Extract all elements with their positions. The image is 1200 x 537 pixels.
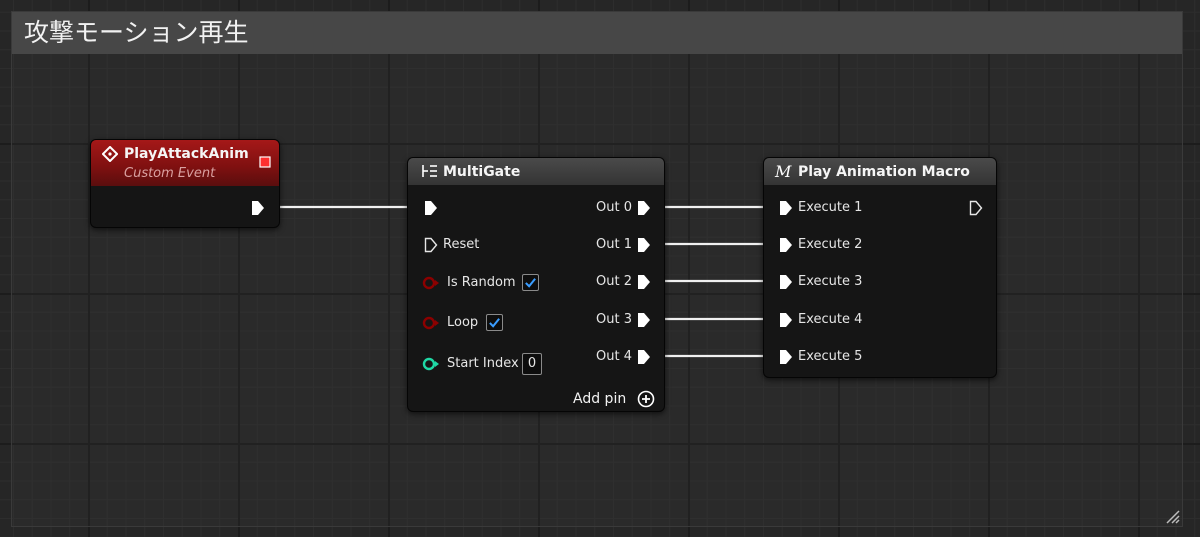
- execute-2-label: Execute 2: [798, 237, 863, 252]
- macro-icon: M: [774, 163, 792, 179]
- macro-node[interactable]: M Play Animation Macro Execute 1 Execute…: [763, 157, 997, 378]
- exec-output-pin-icon[interactable]: [251, 200, 265, 216]
- out-3-label: Out 3: [596, 312, 632, 327]
- macro-node-title: Play Animation Macro: [798, 164, 970, 180]
- is-random-label: Is Random: [447, 275, 516, 290]
- out-4-pin-icon[interactable]: [637, 349, 651, 365]
- is-random-checkbox[interactable]: [522, 274, 539, 291]
- out-3-pin-icon[interactable]: [637, 312, 651, 328]
- start-index-pin-icon[interactable]: [422, 357, 440, 371]
- execute-3-label: Execute 3: [798, 274, 863, 289]
- execute-5-label: Execute 5: [798, 349, 863, 364]
- resize-grip-icon[interactable]: [1164, 508, 1180, 524]
- checkmark-icon: [525, 278, 536, 288]
- checkmark-icon: [489, 318, 500, 328]
- execute-2-pin-icon[interactable]: [779, 237, 793, 253]
- custom-event-node[interactable]: PlayAttackAnim Custom Event: [90, 139, 280, 228]
- diamond-event-icon: [102, 146, 118, 162]
- execute-3-pin-icon[interactable]: [779, 274, 793, 290]
- out-0-pin-icon[interactable]: [637, 200, 651, 216]
- out-2-label: Out 2: [596, 274, 632, 289]
- out-2-pin-icon[interactable]: [637, 274, 651, 290]
- out-1-pin-icon[interactable]: [637, 237, 651, 253]
- loop-pin-icon[interactable]: [422, 316, 440, 330]
- loop-checkbox[interactable]: [486, 314, 503, 331]
- out-1-label: Out 1: [596, 237, 632, 252]
- delegate-pin-icon[interactable]: [259, 156, 271, 168]
- multigate-node-title: MultiGate: [443, 164, 521, 180]
- execute-4-label: Execute 4: [798, 312, 863, 327]
- plus-circle-icon[interactable]: [637, 390, 655, 408]
- start-index-label: Start Index: [447, 356, 519, 371]
- loop-label: Loop: [447, 315, 479, 330]
- svg-text:M: M: [774, 163, 792, 179]
- add-pin-label[interactable]: Add pin: [573, 391, 626, 407]
- exec-input-pin-icon[interactable]: [424, 200, 438, 216]
- reset-label: Reset: [443, 237, 480, 252]
- start-index-field[interactable]: 0: [522, 353, 542, 375]
- execute-1-pin-icon[interactable]: [779, 200, 793, 216]
- execute-1-label: Execute 1: [798, 200, 863, 215]
- is-random-pin-icon[interactable]: [422, 276, 440, 290]
- event-node-title: PlayAttackAnim: [124, 146, 249, 162]
- exec-output-pin-icon[interactable]: [969, 200, 983, 216]
- out-0-label: Out 0: [596, 200, 632, 215]
- event-node-subtitle: Custom Event: [124, 166, 216, 181]
- execute-5-pin-icon[interactable]: [779, 349, 793, 365]
- multigate-node[interactable]: MultiGate Reset Is Random Loop Start Ind…: [407, 157, 665, 412]
- reset-exec-pin-icon[interactable]: [424, 237, 438, 253]
- comment-title[interactable]: 攻撃モーション再生: [12, 12, 1182, 54]
- multigate-icon: [422, 165, 437, 177]
- execute-4-pin-icon[interactable]: [779, 312, 793, 328]
- out-4-label: Out 4: [596, 349, 632, 364]
